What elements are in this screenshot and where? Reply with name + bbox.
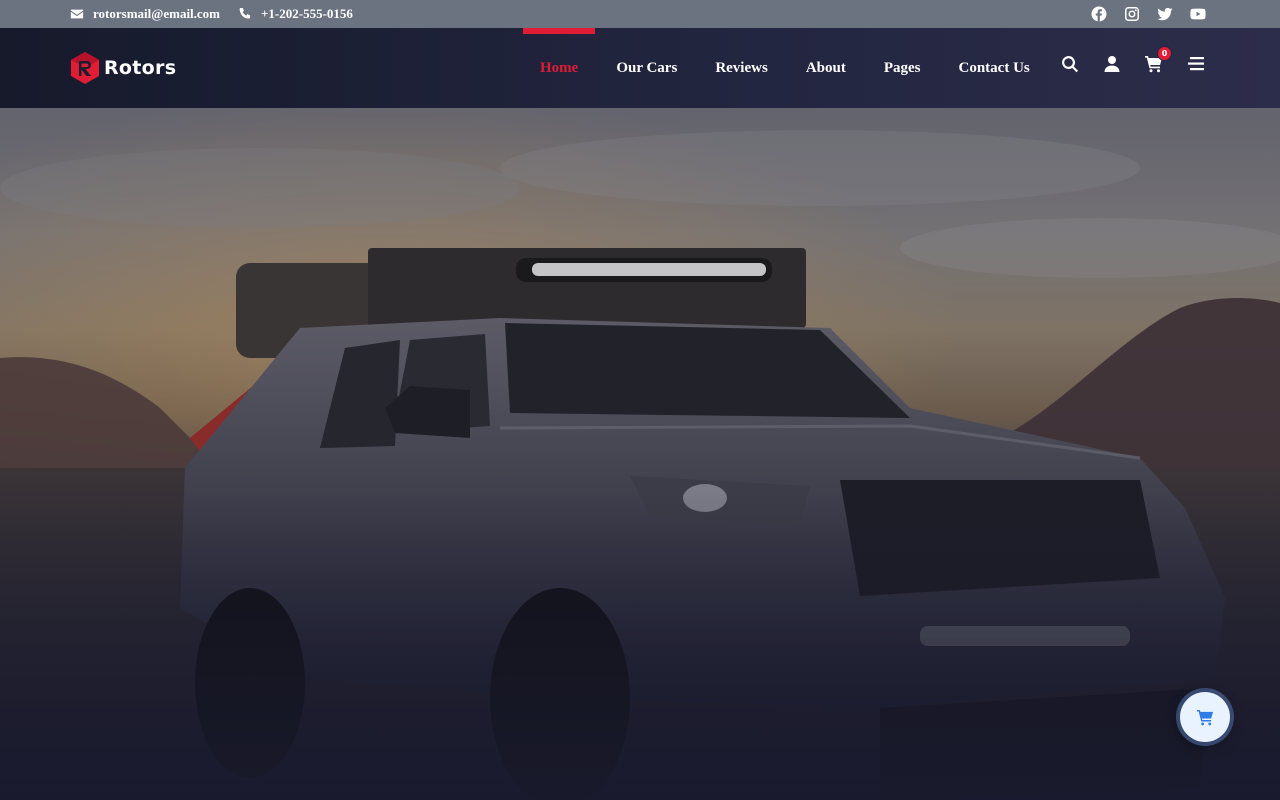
nav-item-about[interactable]: About [787, 28, 865, 108]
phone-icon [239, 8, 251, 19]
social-links [1091, 0, 1206, 28]
brand-name: Rotors [104, 57, 177, 79]
email-text: rotorsmail@email.com [93, 6, 221, 21]
contact-info: rotorsmail@email.com +1-202-555-0156 [70, 0, 353, 28]
phone-text: +1-202-555-0156 [261, 6, 353, 21]
nav-item-our-cars[interactable]: Our Cars [597, 28, 696, 108]
logo[interactable]: Rotors [71, 52, 176, 84]
hero-banner [0, 108, 1280, 800]
logo-icon [71, 52, 99, 84]
top-bar: rotorsmail@email.com +1-202-555-0156 [0, 0, 1280, 28]
facebook-icon[interactable] [1091, 6, 1107, 22]
twitter-icon[interactable] [1157, 6, 1173, 22]
email-link[interactable]: rotorsmail@email.com [70, 6, 220, 22]
nav-item-home[interactable]: Home [521, 28, 597, 108]
cart-count-badge: 0 [1157, 46, 1172, 61]
main-nav: Home Our Cars Reviews About Pages Contac… [521, 28, 1049, 108]
floating-cart-button[interactable] [1180, 692, 1230, 742]
envelope-icon [70, 9, 84, 19]
search-icon[interactable] [1060, 54, 1080, 74]
cart-icon[interactable]: 0 [1144, 46, 1172, 74]
instagram-icon[interactable] [1124, 6, 1140, 22]
hero-truck-image [0, 108, 1280, 800]
youtube-icon[interactable] [1190, 6, 1206, 22]
nav-item-pages[interactable]: Pages [865, 28, 940, 108]
main-header: Rotors Home Our Cars Reviews About Pages… [0, 28, 1280, 108]
user-icon[interactable] [1102, 54, 1122, 74]
phone-link[interactable]: +1-202-555-0156 [238, 6, 353, 22]
cart-icon [1196, 709, 1213, 725]
menu-icon[interactable] [1186, 54, 1206, 74]
header-actions: 0 [1060, 46, 1206, 74]
nav-item-reviews[interactable]: Reviews [696, 28, 787, 108]
nav-item-contact-us[interactable]: Contact Us [940, 28, 1049, 108]
